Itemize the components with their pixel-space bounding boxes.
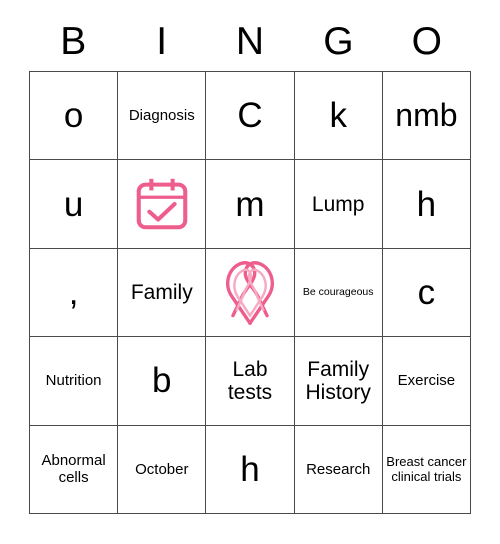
bingo-cell-label: Lab tests bbox=[227, 357, 273, 404]
bingo-cell-label: m bbox=[235, 184, 265, 224]
bingo-cell[interactable]: h bbox=[382, 160, 471, 249]
awareness-ribbon-icon bbox=[209, 251, 290, 334]
bingo-cell-label: C bbox=[237, 96, 263, 136]
bingo-cell[interactable]: Lump bbox=[294, 160, 383, 249]
bingo-cell-label: nmb bbox=[395, 96, 458, 133]
bingo-header-letter-b: B bbox=[60, 19, 87, 63]
bingo-header-row: B I N G O bbox=[29, 12, 471, 70]
bingo-cell[interactable]: Nutrition bbox=[30, 337, 119, 426]
bingo-header-letter-n: N bbox=[235, 19, 265, 63]
bingo-cell[interactable]: u bbox=[30, 160, 119, 249]
bingo-cell-label: Be courageous bbox=[302, 286, 374, 299]
bingo-cell[interactable] bbox=[206, 248, 295, 338]
bingo-cell[interactable]: nmb bbox=[382, 72, 471, 161]
bingo-cell-label: Diagnosis bbox=[128, 107, 195, 125]
bingo-cell[interactable]: October bbox=[118, 425, 207, 514]
bingo-cell[interactable]: Diagnosis bbox=[118, 72, 207, 161]
bingo-cell[interactable]: C bbox=[206, 72, 295, 161]
bingo-cell-label: Family History bbox=[305, 357, 371, 404]
bingo-cell-label: c bbox=[417, 272, 436, 312]
bingo-cell-label: Nutrition bbox=[45, 372, 102, 390]
bingo-cell[interactable]: o bbox=[30, 72, 119, 161]
bingo-cell[interactable]: Be courageous bbox=[294, 248, 383, 338]
bingo-cell[interactable]: Abnormal cells bbox=[30, 425, 119, 514]
bingo-cell-label: k bbox=[329, 96, 347, 136]
bingo-header-letter-g: G bbox=[323, 19, 354, 63]
bingo-cell[interactable]: k bbox=[294, 72, 383, 161]
bingo-cell[interactable]: c bbox=[382, 248, 471, 338]
bingo-header-letter-i: I bbox=[156, 19, 168, 63]
bingo-cell-label: Family bbox=[130, 280, 193, 304]
bingo-cell[interactable]: Research bbox=[294, 425, 383, 514]
bingo-cell-label: Lump bbox=[311, 192, 365, 216]
bingo-cell[interactable]: b bbox=[118, 337, 207, 426]
bingo-cell-label: h bbox=[240, 449, 260, 489]
bingo-cell-label: October bbox=[135, 460, 189, 478]
bingo-cell[interactable]: , bbox=[30, 248, 119, 338]
calendar-check-icon bbox=[121, 162, 202, 245]
bingo-cell-label: Exercise bbox=[397, 372, 456, 390]
bingo-cell-label: o bbox=[63, 96, 84, 136]
bingo-cell-label: Breast cancer clinical trials bbox=[386, 453, 467, 485]
bingo-header-letter-o: O bbox=[411, 19, 442, 63]
bingo-cell[interactable]: Family History bbox=[294, 337, 383, 426]
bingo-cell[interactable]: Breast cancer clinical trials bbox=[382, 425, 471, 514]
bingo-cell[interactable] bbox=[118, 160, 207, 249]
bingo-cell[interactable]: h bbox=[206, 425, 295, 514]
bingo-cell-label: b bbox=[152, 361, 172, 401]
bingo-cell[interactable]: Exercise bbox=[382, 337, 471, 426]
bingo-cell-label: u bbox=[63, 184, 84, 224]
bingo-cell[interactable]: Lab tests bbox=[206, 337, 295, 426]
bingo-card: B I N G O o Diagnosis C k nmb u m Lump h… bbox=[0, 0, 500, 544]
bingo-cell-label: , bbox=[68, 272, 79, 312]
bingo-cell-label: Abnormal cells bbox=[41, 452, 106, 487]
bingo-cell[interactable]: Family bbox=[118, 248, 207, 338]
bingo-cell[interactable]: m bbox=[206, 160, 295, 249]
bingo-cell-label: h bbox=[416, 184, 437, 224]
bingo-grid: o Diagnosis C k nmb u m Lump h , Family … bbox=[29, 71, 471, 514]
bingo-cell-label: Research bbox=[306, 460, 371, 478]
